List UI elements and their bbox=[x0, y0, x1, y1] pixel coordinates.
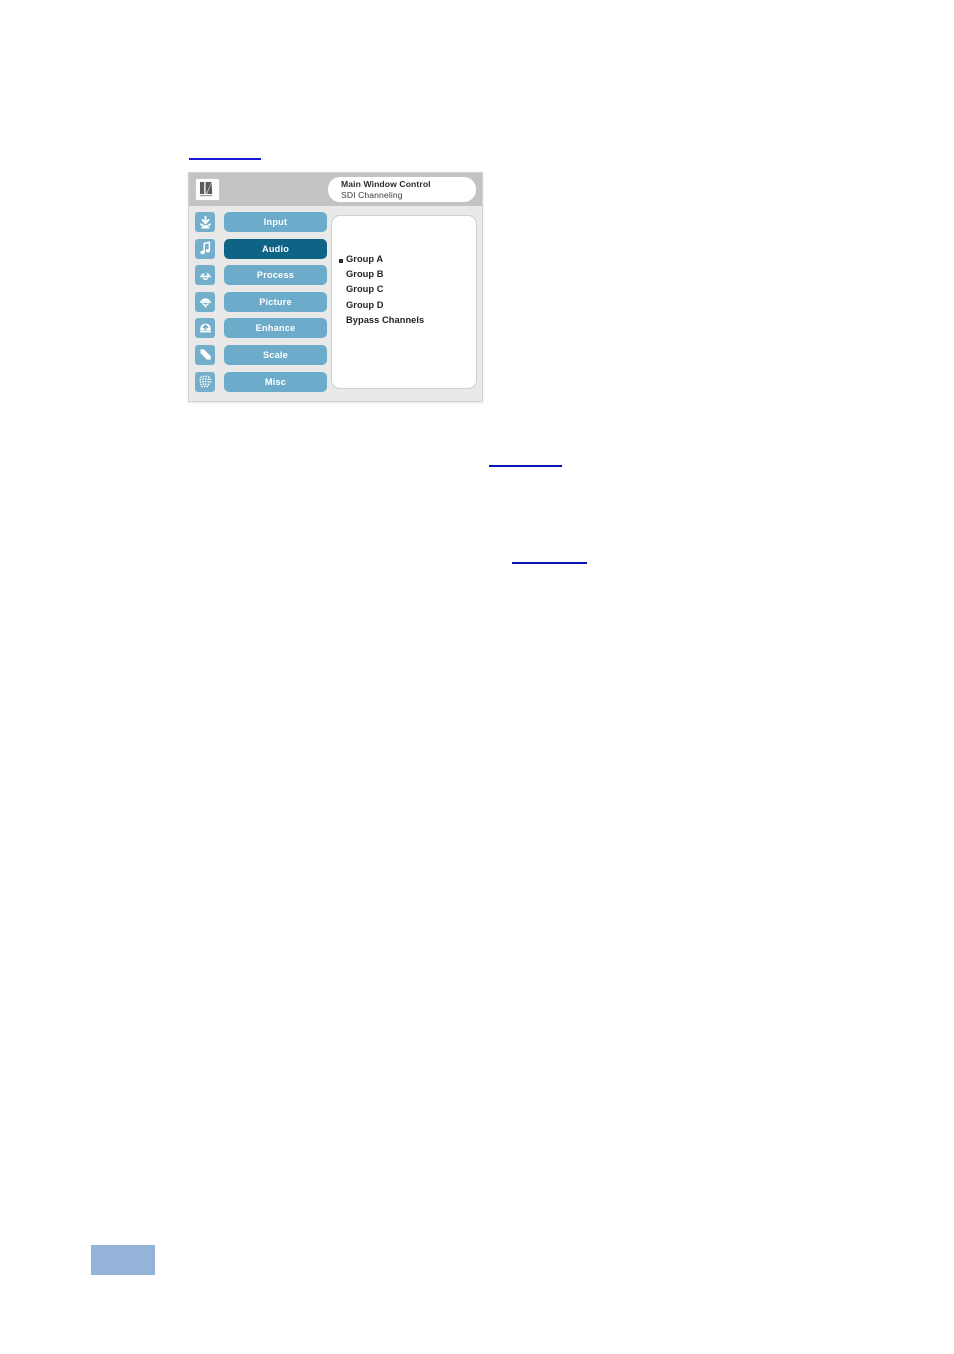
option-label: Group B bbox=[346, 269, 384, 280]
kramer-logo-icon bbox=[195, 178, 220, 201]
menu-button-scale[interactable]: Scale bbox=[224, 344, 327, 365]
menu-row-picture: Picture bbox=[195, 291, 327, 312]
menu-row-scale: Scale bbox=[195, 344, 327, 365]
link-underline-top[interactable] bbox=[189, 158, 261, 160]
osd-header-bar: Main Window Control SDI Channeling bbox=[189, 173, 482, 206]
option-label: Group C bbox=[346, 284, 384, 295]
option-row-group-c[interactable]: Group C bbox=[338, 284, 474, 299]
menu-row-process: Process bbox=[195, 265, 327, 286]
menu-row-enhance: Enhance bbox=[195, 318, 327, 339]
menu-button-process[interactable]: Process bbox=[224, 265, 327, 286]
osd-title: Main Window Control bbox=[341, 179, 431, 189]
option-row-group-b[interactable]: Group B bbox=[338, 269, 474, 284]
osd-subtitle: SDI Channeling bbox=[341, 189, 403, 200]
osd-title-pill: Main Window Control SDI Channeling bbox=[328, 177, 476, 202]
sdi-channeling-option-list: Group A Group B Group C Group D Bypass C… bbox=[338, 254, 474, 330]
link-underline-lower[interactable] bbox=[512, 562, 587, 564]
osd-content-panel: Group A Group B Group C Group D Bypass C… bbox=[331, 215, 477, 389]
menu-button-misc[interactable]: Misc bbox=[224, 371, 327, 392]
option-row-group-a[interactable]: Group A bbox=[338, 254, 474, 269]
osd-panel: Main Window Control SDI Channeling Input bbox=[188, 172, 483, 402]
input-tray-arrow-icon bbox=[195, 212, 215, 232]
option-row-group-d[interactable]: Group D bbox=[338, 300, 474, 315]
link-underline-middle[interactable] bbox=[489, 465, 562, 467]
option-label: Bypass Channels bbox=[346, 314, 425, 325]
option-label: Group A bbox=[346, 254, 384, 264]
scale-diagonal-arrow-icon bbox=[195, 344, 215, 365]
enhance-arrow-up-icon bbox=[195, 318, 215, 339]
osd-sidebar-menu: Input Audio Process Picture Enhance Scal… bbox=[195, 212, 327, 398]
menu-button-input[interactable]: Input bbox=[224, 212, 327, 232]
menu-row-misc: Misc bbox=[195, 371, 327, 392]
option-row-bypass-channels[interactable]: Bypass Channels bbox=[338, 315, 474, 330]
menu-button-enhance[interactable]: Enhance bbox=[224, 318, 327, 339]
menu-button-picture[interactable]: Picture bbox=[224, 291, 327, 312]
misc-dot-grid-icon bbox=[195, 371, 215, 392]
process-lamp-icon bbox=[195, 265, 215, 286]
menu-row-audio: Audio bbox=[195, 238, 327, 259]
menu-button-audio[interactable]: Audio bbox=[224, 238, 327, 259]
page-number-highlight bbox=[91, 1245, 155, 1275]
selection-marker-icon bbox=[339, 259, 343, 263]
picture-lamp-icon bbox=[195, 291, 215, 312]
option-label: Group D bbox=[346, 299, 384, 310]
music-note-icon bbox=[195, 238, 215, 259]
menu-row-input: Input bbox=[195, 212, 327, 232]
